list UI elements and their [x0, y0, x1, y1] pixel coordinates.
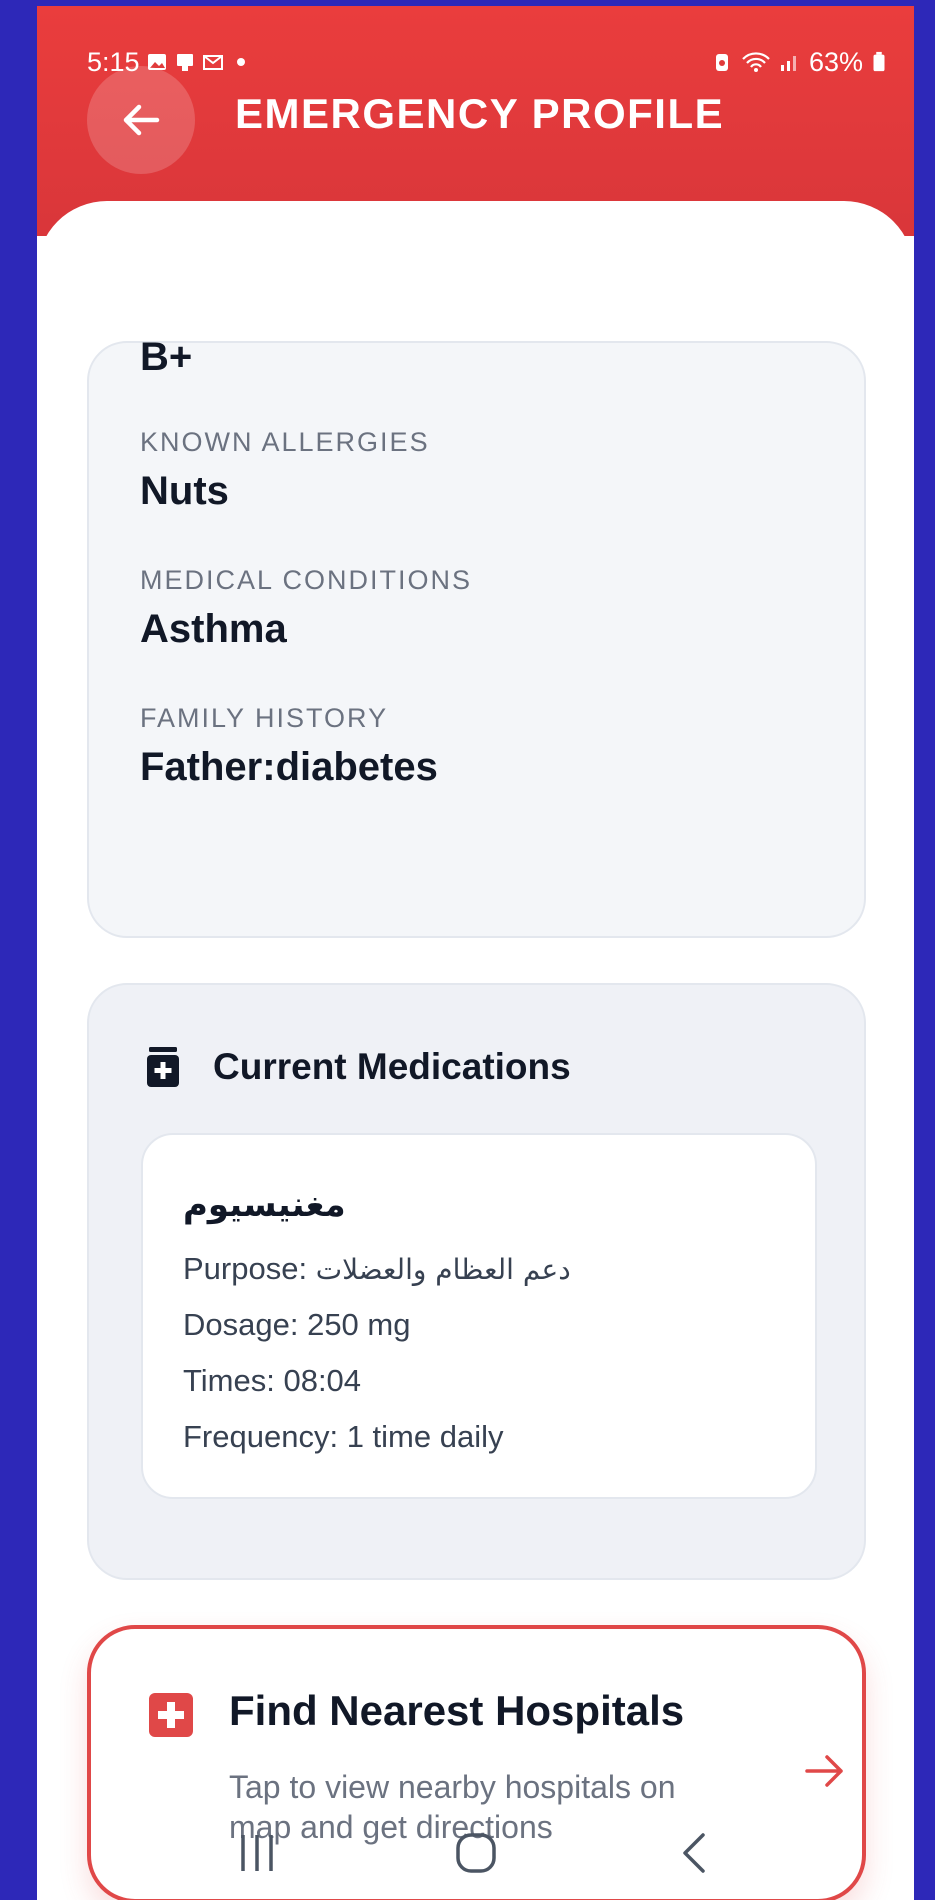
profile-card-content: B+ KNOWN ALLERGIES Nuts MEDICAL CONDITIO… — [87, 341, 866, 938]
content-sheet: B+ KNOWN ALLERGIES Nuts MEDICAL CONDITIO… — [37, 201, 914, 1900]
page-title: EMERGENCY PROFILE — [235, 90, 725, 137]
medication-times: Times: 08:04 — [183, 1363, 362, 1398]
phone-notification-icon — [176, 54, 193, 71]
system-navigation-bar — [37, 1806, 914, 1900]
status-right: 63% — [711, 47, 907, 78]
home-icon — [455, 1833, 496, 1873]
status-bar: 5:15 63% — [87, 42, 907, 82]
medication-dosage: Dosage: 250 mg — [183, 1307, 411, 1342]
conditions-value: Asthma — [140, 607, 287, 651]
medication-frequency: Frequency: 1 time daily — [183, 1419, 504, 1454]
purpose-value: دعم العظام والعضلات — [315, 1253, 571, 1286]
conditions-label: MEDICAL CONDITIONS — [140, 565, 473, 595]
medication-purpose: Purpose: دعم العظام والعضلات — [183, 1251, 571, 1287]
signal-icon — [780, 56, 796, 71]
phone-screen: 5:15 63% EMERGENCY PROFILE B+ KNOWN ALLE… — [37, 6, 914, 1900]
blood-type-value: B+ — [140, 341, 193, 379]
recent-apps-icon — [240, 1835, 273, 1871]
medication-item[interactable]: مغنيسيوم Purpose: دعم العظام والعضلات Do… — [141, 1133, 817, 1499]
wifi-icon — [742, 52, 770, 72]
purpose-label: Purpose: — [183, 1251, 308, 1286]
battery-icon — [873, 51, 885, 72]
gmail-notification-icon — [202, 55, 223, 70]
notification-dot-icon — [236, 58, 245, 66]
hospital-cross-icon — [149, 1693, 193, 1737]
allergies-label: KNOWN ALLERGIES — [140, 427, 430, 457]
hospitals-title: Find Nearest Hospitals — [229, 1687, 685, 1734]
medication-name: مغنيسيوم — [183, 1185, 346, 1225]
chevron-left-icon — [682, 1833, 705, 1873]
allergies-value: Nuts — [140, 469, 229, 513]
medicine-bottle-icon — [147, 1047, 179, 1087]
recent-apps-button[interactable] — [227, 1823, 287, 1883]
battery-saver-icon — [715, 54, 728, 71]
medications-title: Current Medications — [213, 1046, 571, 1087]
family-history-label: FAMILY HISTORY — [140, 703, 389, 733]
arrow-left-icon — [123, 104, 160, 136]
home-button[interactable] — [446, 1823, 506, 1883]
back-button[interactable] — [87, 66, 195, 174]
battery-percentage: 63% — [808, 46, 863, 77]
arrow-right-icon — [805, 1755, 843, 1787]
family-history-value: Father:diabetes — [140, 745, 438, 789]
back-nav-button[interactable] — [665, 1823, 725, 1883]
medications-card: Current Medications مغنيسيوم Purpose: دع… — [87, 983, 866, 1580]
status-left: 5:15 — [87, 47, 252, 78]
